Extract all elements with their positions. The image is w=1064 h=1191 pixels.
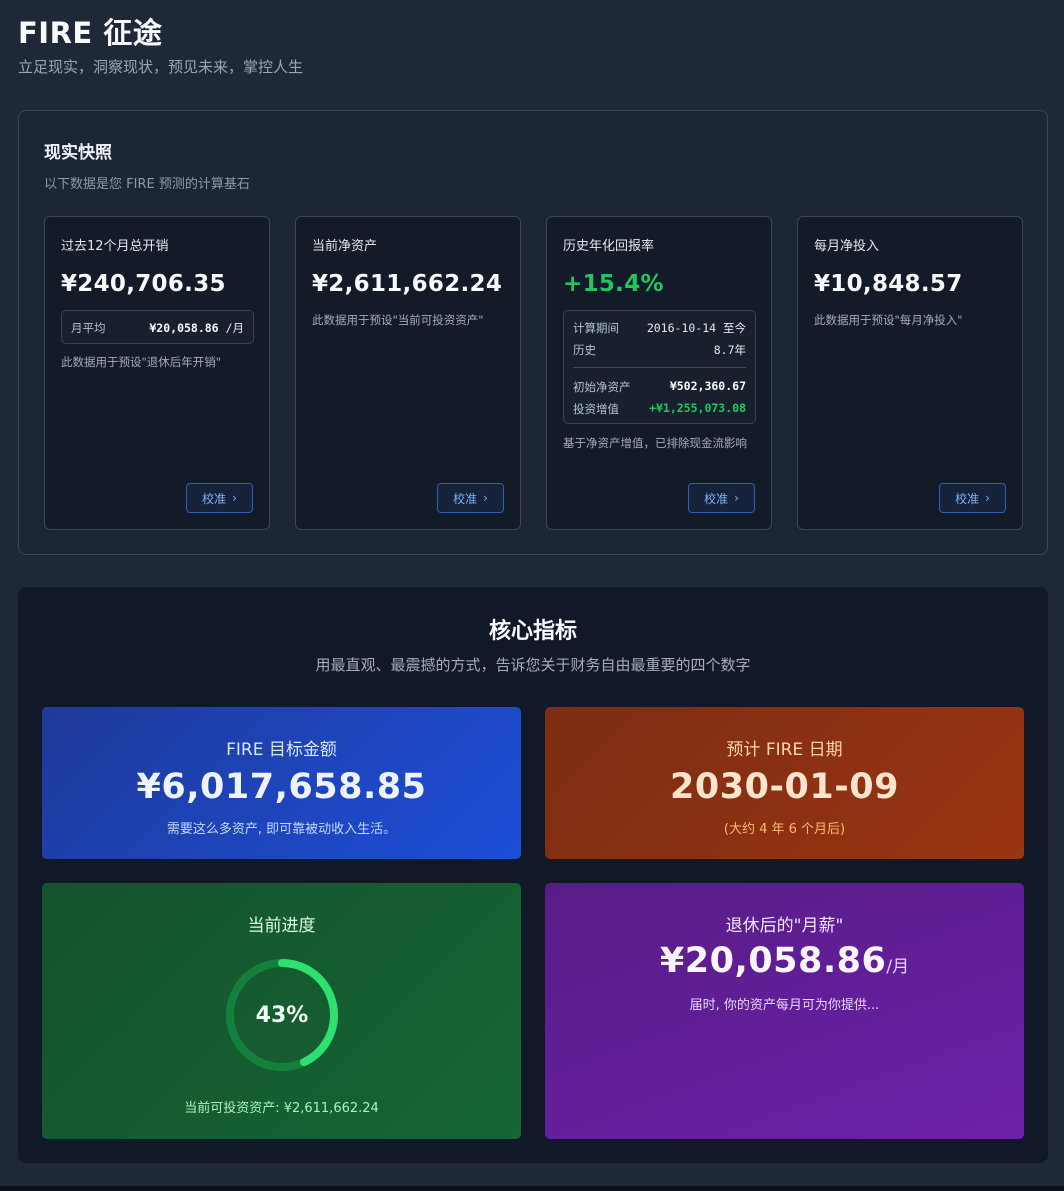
progress-card: 当前进度 43% 当前可投资资产: ¥2,611,662.24	[42, 883, 521, 1139]
period-row: 计算期间 2016-10-14 至今	[573, 321, 746, 335]
calibrate-button[interactable]: 校准 ›	[186, 483, 253, 513]
initial-worth-row: 初始净资产 ¥502,360.67	[573, 379, 746, 394]
metric-label: 预计 FIRE 日期	[726, 740, 843, 760]
chevron-right-icon: ›	[483, 491, 488, 505]
metric-value: 2030-01-09	[670, 767, 899, 807]
growth-row: 投资增值 +¥1,255,073.08	[573, 401, 746, 416]
card-note: 此数据用于预设"每月净投入"	[814, 313, 963, 327]
card-note: 此数据用于预设"当前可投资资产"	[312, 313, 484, 327]
metric-value: ¥6,017,658.85	[136, 767, 427, 807]
metric-label: 退休后的"月薪"	[725, 916, 844, 936]
monthly-investment-card: 每月净投入 ¥10,848.57 此数据用于预设"每月净投入" 校准 ›	[797, 216, 1023, 530]
metric-subtext: (大约 4 年 6 个月后)	[723, 822, 846, 837]
fire-dashboard: FIRE 征途 立足现实，洞察现状，预见未来，掌控人生 现实快照 以下数据是您 …	[0, 0, 1064, 1191]
section-description: 用最直观、最震撼的方式，告诉您关于财务自由最重要的四个数字	[315, 656, 751, 674]
avg-value: ¥20,058.86 /月	[149, 321, 244, 335]
history-details-box: 计算期间 2016-10-14 至今 历史 8.7年 初始净资产 ¥502,36…	[563, 310, 756, 424]
metric-subtext: 需要这么多资产, 即可靠被动收入生活。	[166, 822, 397, 837]
section-title: 核心指标	[488, 619, 577, 644]
retirement-salary-card: 退休后的"月薪" ¥20,058.86/月 届时, 你的资产每月可为你提供...	[545, 883, 1024, 1139]
metric-subtext: 当前可投资资产: ¥2,611,662.24	[184, 1101, 379, 1116]
expense-card: 过去12个月总开销 ¥240,706.35 月平均 ¥20,058.86 /月 …	[44, 216, 270, 530]
monthly-average-box: 月平均 ¥20,058.86 /月	[61, 310, 254, 344]
app-title: FIRE 征途	[18, 16, 163, 50]
divider	[573, 367, 746, 368]
reality-snapshot-section: 现实快照 以下数据是您 FIRE 预测的计算基石 过去12个月总开销 ¥240,…	[18, 110, 1048, 555]
card-value: ¥240,706.35	[61, 271, 226, 297]
chevron-right-icon: ›	[985, 491, 990, 505]
card-label: 当前净资产	[312, 239, 378, 254]
metric-value: ¥20,058.86/月	[659, 941, 910, 981]
annual-return-card: 历史年化回报率 +15.4% 计算期间 2016-10-14 至今 历史 8.7…	[546, 216, 772, 530]
card-note: 此数据用于预设"退休后年开销"	[61, 355, 222, 369]
avg-label: 月平均	[71, 321, 106, 335]
metric-label: FIRE 目标金额	[226, 740, 337, 760]
net-worth-card: 当前净资产 ¥2,611,662.24 此数据用于预设"当前可投资资产" 校准 …	[295, 216, 521, 530]
section-title: 现实快照	[44, 143, 112, 163]
calibrate-button[interactable]: 校准 ›	[437, 483, 504, 513]
core-metrics-section: 核心指标 用最直观、最震撼的方式，告诉您关于财务自由最重要的四个数字 FIRE …	[18, 587, 1048, 1163]
card-value: ¥10,848.57	[814, 271, 963, 297]
fire-date-card: 预计 FIRE 日期 2030-01-09 (大约 4 年 6 个月后)	[545, 707, 1024, 859]
calibrate-button[interactable]: 校准 ›	[939, 483, 1006, 513]
fire-target-card: FIRE 目标金额 ¥6,017,658.85 需要这么多资产, 即可靠被动收入…	[42, 707, 521, 859]
chevron-right-icon: ›	[232, 491, 237, 505]
calibrate-button[interactable]: 校准 ›	[688, 483, 755, 513]
card-label: 过去12个月总开销	[61, 239, 169, 254]
metric-subtext: 届时, 你的资产每月可为你提供...	[689, 998, 880, 1013]
card-value: ¥2,611,662.24	[312, 271, 503, 297]
card-label: 每月净投入	[814, 239, 880, 254]
progress-percent: 43%	[255, 1002, 309, 1028]
app-subtitle: 立足现实，洞察现状，预见未来，掌控人生	[18, 58, 304, 76]
history-row: 历史 8.7年	[573, 343, 746, 357]
section-description: 以下数据是您 FIRE 预测的计算基石	[44, 177, 250, 192]
card-note: 基于净资产增值，已排除现金流影响	[563, 436, 747, 450]
bottom-strip	[0, 1186, 1064, 1191]
card-value: +15.4%	[563, 271, 664, 297]
chevron-right-icon: ›	[734, 491, 739, 505]
card-label: 历史年化回报率	[563, 239, 655, 254]
metric-label: 当前进度	[247, 916, 316, 936]
